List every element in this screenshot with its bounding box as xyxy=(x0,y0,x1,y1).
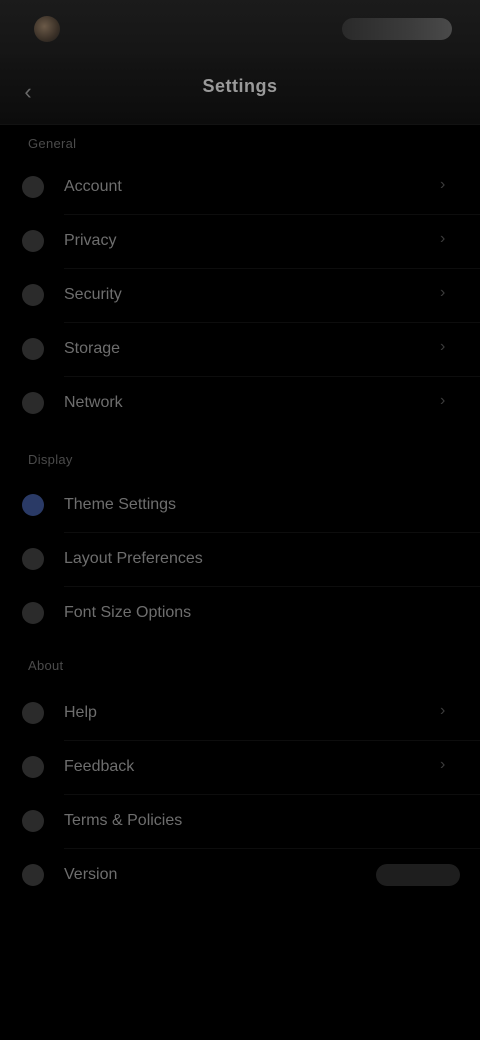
divider xyxy=(64,848,480,849)
lock-icon xyxy=(22,230,44,252)
settings-row-terms[interactable]: Terms & Policies xyxy=(0,798,480,848)
settings-row-font-size-options[interactable]: Font Size Options xyxy=(0,590,480,640)
settings-row-feedback[interactable]: Feedback › xyxy=(0,744,480,794)
text-size-icon xyxy=(22,602,44,624)
divider xyxy=(64,214,480,215)
nav-bar: ‹ Settings xyxy=(0,58,480,125)
chevron-right-icon: › xyxy=(440,284,446,301)
user-icon xyxy=(22,176,44,198)
row-label: Terms & Policies xyxy=(64,812,183,829)
app-logo-icon xyxy=(34,16,60,42)
divider xyxy=(64,322,480,323)
row-label: Version xyxy=(64,866,118,883)
row-label: Security xyxy=(64,286,122,303)
status-indicators xyxy=(342,18,452,40)
settings-row-storage[interactable]: Storage › xyxy=(0,326,480,376)
divider xyxy=(64,586,480,587)
row-label: Layout Preferences xyxy=(64,550,203,567)
section-header-about: About xyxy=(28,658,64,673)
grid-icon xyxy=(22,548,44,570)
document-icon xyxy=(22,810,44,832)
divider xyxy=(64,268,480,269)
settings-row-privacy[interactable]: Privacy › xyxy=(0,218,480,268)
shield-icon xyxy=(22,284,44,306)
row-label: Feedback xyxy=(64,758,135,775)
palette-icon xyxy=(22,494,44,516)
section-header-display: Display xyxy=(28,452,73,467)
settings-row-help[interactable]: Help › xyxy=(0,690,480,740)
divider xyxy=(64,740,480,741)
divider xyxy=(64,532,480,533)
settings-row-account[interactable]: Account › xyxy=(0,164,480,214)
chevron-right-icon: › xyxy=(440,702,446,719)
row-label: Privacy xyxy=(64,232,117,249)
help-icon xyxy=(22,702,44,724)
feedback-icon xyxy=(22,756,44,778)
divider xyxy=(64,794,480,795)
row-label: Font Size Options xyxy=(64,604,192,621)
chevron-right-icon: › xyxy=(440,176,446,193)
chevron-right-icon: › xyxy=(440,392,446,409)
disk-icon xyxy=(22,338,44,360)
row-label: Network xyxy=(64,394,123,411)
chevron-right-icon: › xyxy=(440,230,446,247)
row-label: Account xyxy=(64,178,122,195)
row-label: Theme Settings xyxy=(64,496,177,513)
settings-row-layout-preferences[interactable]: Layout Preferences xyxy=(0,536,480,586)
version-badge xyxy=(376,864,460,886)
settings-row-security[interactable]: Security › xyxy=(0,272,480,322)
status-bar xyxy=(0,0,480,58)
row-label: Help xyxy=(64,704,97,721)
page-title: Settings xyxy=(202,76,278,96)
wifi-icon xyxy=(22,392,44,414)
row-label: Storage xyxy=(64,340,121,357)
settings-row-theme-settings[interactable]: Theme Settings xyxy=(0,482,480,532)
info-icon xyxy=(22,864,44,886)
chevron-right-icon: › xyxy=(440,756,446,773)
chevron-right-icon: › xyxy=(440,338,446,355)
divider xyxy=(64,376,480,377)
section-header-general: General xyxy=(28,136,77,151)
settings-row-network[interactable]: Network › xyxy=(0,380,480,430)
